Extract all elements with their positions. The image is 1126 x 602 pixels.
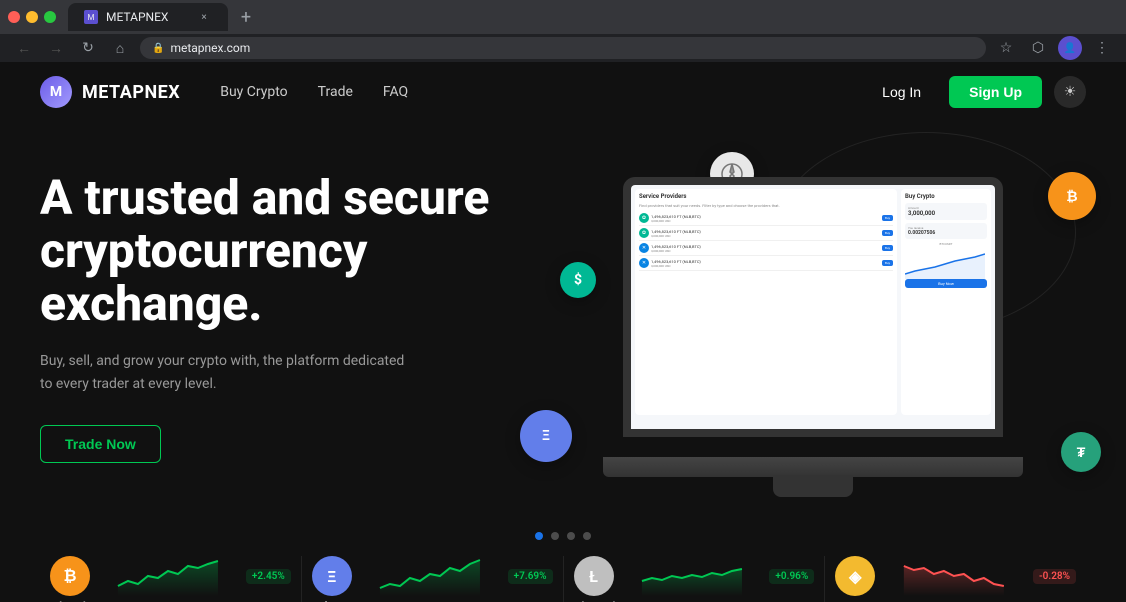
ticker-coin-row: ₿ +2.45% <box>50 556 291 596</box>
maximize-traffic-light[interactable] <box>44 11 56 23</box>
ticker-coin-row: Ł +0.96% <box>574 556 815 596</box>
ticker-card-eth: Ξ +7.69% Ethereum USD — <box>302 556 564 602</box>
carousel-dot-1[interactable] <box>535 532 543 540</box>
hero-section: A trusted and secure cryptocurrency exch… <box>0 122 1126 522</box>
screen-content: Service Providers Find providers that su… <box>631 185 995 429</box>
browser-actions: ☆ ⬡ 👤 ⋮ <box>994 36 1114 60</box>
carousel-dot-3[interactable] <box>567 532 575 540</box>
ticker-coin-row: Ξ +7.69% <box>312 556 553 596</box>
bnb-icon: ◈ <box>835 556 875 596</box>
laptop-base <box>603 457 1023 477</box>
change-badge: +2.45% <box>246 569 291 584</box>
ticker-chart-btc <box>100 556 236 596</box>
tab-favicon: M <box>84 10 98 24</box>
minimize-traffic-light[interactable] <box>26 11 38 23</box>
hero-subtitle: Buy, sell, and grow your crypto with, th… <box>40 350 420 395</box>
menu-icon[interactable]: ⋮ <box>1090 36 1114 60</box>
address-bar[interactable]: 🔒 metapnex.com <box>140 37 986 59</box>
ethereum-float-icon: Ξ <box>520 410 572 462</box>
forward-button[interactable]: → <box>44 36 68 60</box>
browser-chrome: M METAPNEX × + ← → ↻ ⌂ 🔒 metapnex.com ☆ … <box>0 0 1126 62</box>
site-content: M METAPNEX Buy Crypto Trade FAQ Log In S… <box>0 62 1126 602</box>
back-button[interactable]: ← <box>12 36 36 60</box>
new-tab-button[interactable]: + <box>232 3 260 31</box>
ticker-chart-bnb <box>885 556 1023 596</box>
hero-right: $ ₿ Ξ ₮ Service Providers Find providers… <box>540 142 1086 522</box>
logo-text: METAPNEX <box>82 82 180 103</box>
profile-button[interactable]: 👤 <box>1058 36 1082 60</box>
nav-links: Buy Crypto Trade FAQ <box>220 84 866 100</box>
btc-icon: ₿ <box>50 556 90 596</box>
laptop-mockup: Service Providers Find providers that su… <box>593 177 1033 497</box>
close-traffic-light[interactable] <box>8 11 20 23</box>
logo-icon: M <box>40 76 72 108</box>
trade-now-button[interactable]: Trade Now <box>40 425 161 463</box>
eth-icon: Ξ <box>312 556 352 596</box>
home-button[interactable]: ⌂ <box>108 36 132 60</box>
carousel-dots <box>0 532 1126 540</box>
laptop-screen: Service Providers Find providers that su… <box>623 177 1003 437</box>
bookmark-icon[interactable]: ☆ <box>994 36 1018 60</box>
hero-left: A trusted and secure cryptocurrency exch… <box>40 142 540 522</box>
extensions-icon[interactable]: ⬡ <box>1026 36 1050 60</box>
ltc-icon: Ł <box>574 556 614 596</box>
hero-title: A trusted and secure cryptocurrency exch… <box>40 172 540 330</box>
dollar-icon: $ <box>560 262 596 298</box>
crypto-ticker: ₿ +2.45% Bitcoin USD — Ξ <box>0 540 1126 602</box>
laptop-stand <box>773 475 853 497</box>
change-badge: +7.69% <box>508 569 553 584</box>
carousel-dot-2[interactable] <box>551 532 559 540</box>
ticker-card-btc: ₿ +2.45% Bitcoin USD — <box>40 556 302 602</box>
tether-float-icon: ₮ <box>1061 432 1101 472</box>
ticker-chart-ltc <box>624 556 760 596</box>
theme-toggle-button[interactable]: ☀ <box>1054 76 1086 108</box>
tab-close-button[interactable]: × <box>196 9 212 25</box>
change-badge: +0.96% <box>769 569 814 584</box>
reload-button[interactable]: ↻ <box>76 36 100 60</box>
nav-actions: Log In Sign Up ☀ <box>866 76 1086 108</box>
browser-toolbar: ← → ↻ ⌂ 🔒 metapnex.com ☆ ⬡ 👤 ⋮ <box>0 34 1126 62</box>
traffic-lights <box>8 11 56 23</box>
active-tab[interactable]: M METAPNEX × <box>68 3 228 31</box>
ticker-card-ltc: Ł +0.96% Litecoin USD — <box>564 556 826 602</box>
nav-link-trade[interactable]: Trade <box>318 84 353 100</box>
url-text: metapnex.com <box>170 41 250 55</box>
tab-bar: M METAPNEX × + <box>0 0 1126 34</box>
carousel-dot-4[interactable] <box>583 532 591 540</box>
ticker-coin-row: ◈ -0.28% <box>835 556 1076 596</box>
bitcoin-float-icon: ₿ <box>1048 172 1096 220</box>
change-badge: -0.28% <box>1033 569 1076 584</box>
ticker-chart-eth <box>362 556 498 596</box>
lock-icon: 🔒 <box>152 43 164 54</box>
ticker-card-bnb: ◈ -0.28% BNB USD — <box>825 556 1086 602</box>
tab-title: METAPNEX <box>106 10 168 24</box>
logo-area: M METAPNEX <box>40 76 180 108</box>
signup-button[interactable]: Sign Up <box>949 76 1042 108</box>
navbar: M METAPNEX Buy Crypto Trade FAQ Log In S… <box>0 62 1126 122</box>
nav-link-faq[interactable]: FAQ <box>383 84 408 100</box>
nav-link-buy-crypto[interactable]: Buy Crypto <box>220 84 287 100</box>
login-button[interactable]: Log In <box>866 76 937 108</box>
